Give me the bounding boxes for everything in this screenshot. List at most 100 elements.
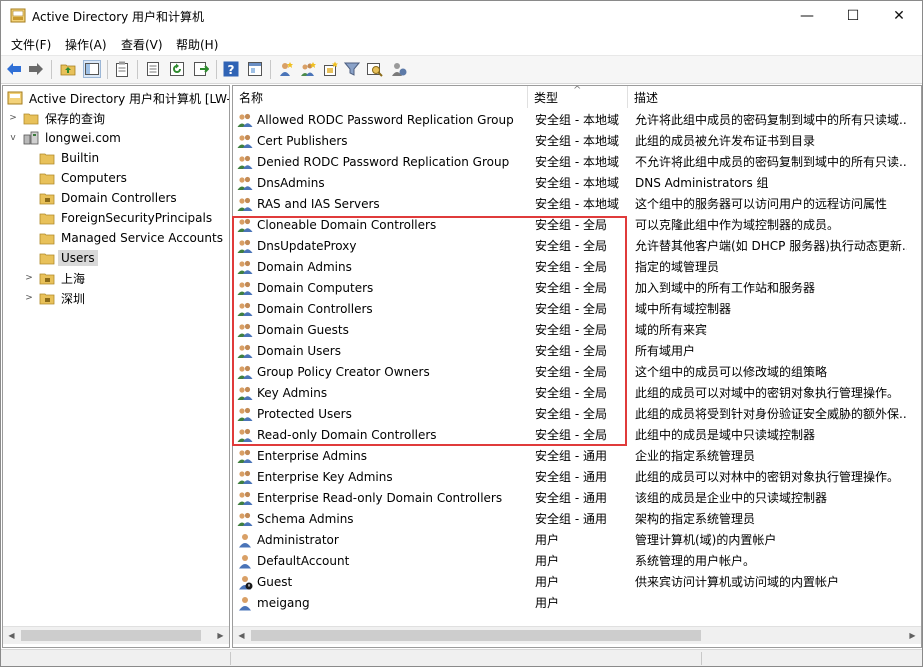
scroll-right-icon[interactable]: ▶ xyxy=(212,627,229,644)
new-group-icon[interactable] xyxy=(299,60,317,78)
tree-saved-queries[interactable]: > 保存的查询 xyxy=(7,108,105,128)
help-icon[interactable]: ? xyxy=(222,60,240,78)
up-folder-icon[interactable] xyxy=(59,60,77,78)
list-cell-description: 加入到域中的所有工作站和服务器 xyxy=(635,277,907,298)
list-row[interactable]: DnsAdmins 安全组 - 本地域 DNS Administrators 组 xyxy=(233,172,921,193)
list-cell-name: meigang xyxy=(237,592,527,613)
console-icon[interactable] xyxy=(246,60,264,78)
list-row[interactable]: Protected Users 安全组 - 全局 此组的成员将受到针对身份验证安全威… xyxy=(233,403,921,424)
list-row[interactable]: Key Admins 安全组 - 全局 此组的成员可以对域中的密钥对象执行管理操作。 xyxy=(233,382,921,403)
list-item-type: 安全组 - 全局 xyxy=(535,323,607,337)
group-icon xyxy=(237,259,253,275)
tree-root[interactable]: Active Directory 用户和计算机 [LW- xyxy=(7,88,229,108)
list-row[interactable]: Guest 用户 供来宾访问计算机或访问域的内置帐户 xyxy=(233,571,921,592)
user-icon xyxy=(237,553,253,569)
list-item-description: DNS Administrators 组 xyxy=(635,176,769,190)
list-cell-name: Denied RODC Password Replication Group xyxy=(237,151,527,172)
list-row[interactable]: Enterprise Admins 安全组 - 通用 企业的指定系统管理员 xyxy=(233,445,921,466)
list-item-name: Domain Admins xyxy=(257,259,352,274)
collapse-arrow-icon[interactable]: v xyxy=(7,132,19,144)
list-row[interactable]: Enterprise Read-only Domain Controllers 安… xyxy=(233,487,921,508)
expand-arrow-icon[interactable]: > xyxy=(23,292,35,304)
export-list-icon[interactable] xyxy=(192,60,210,78)
list-row[interactable]: Enterprise Key Admins 安全组 - 通用 此组的成员可以对林中的… xyxy=(233,466,921,487)
find-icon[interactable] xyxy=(366,60,384,78)
list-row[interactable]: DefaultAccount 用户 系统管理的用户帐户。 xyxy=(233,550,921,571)
group-icon xyxy=(237,469,253,485)
list-row[interactable]: Group Policy Creator Owners 安全组 - 全局 这个组中的… xyxy=(233,361,921,382)
tree-users[interactable]: Users xyxy=(39,248,98,268)
tree-horizontal-scrollbar[interactable]: ◀ ▶ xyxy=(3,626,229,644)
tree-domain[interactable]: v longwei.com xyxy=(7,128,121,148)
clipboard-icon[interactable] xyxy=(113,60,131,78)
list-cell-type: 安全组 - 通用 xyxy=(535,466,627,487)
scroll-right-icon[interactable]: ▶ xyxy=(904,627,921,644)
scroll-thumb[interactable] xyxy=(21,630,201,641)
list-row[interactable]: meigang 用户 xyxy=(233,592,921,613)
list-row[interactable]: Denied RODC Password Replication Group 安全… xyxy=(233,151,921,172)
list-cell-description: 域中所有域控制器 xyxy=(635,298,907,319)
list-horizontal-scrollbar[interactable]: ◀ ▶ xyxy=(233,626,921,644)
back-arrow-icon[interactable] xyxy=(5,60,23,78)
list-row[interactable]: RAS and IAS Servers 安全组 - 本地域 这个组中的服务器可以访问… xyxy=(233,193,921,214)
scroll-left-icon[interactable]: ◀ xyxy=(233,627,250,644)
expand-arrow-icon[interactable]: > xyxy=(23,272,35,284)
forward-arrow-icon[interactable] xyxy=(27,60,45,78)
list-item-type: 用户 xyxy=(535,533,560,547)
filter-icon[interactable] xyxy=(343,60,361,78)
scroll-left-icon[interactable]: ◀ xyxy=(3,627,20,644)
list-row[interactable]: Domain Guests 安全组 - 全局 域的所有来宾 xyxy=(233,319,921,340)
list-item-type: 安全组 - 全局 xyxy=(535,302,607,316)
column-header-description[interactable]: 描述 xyxy=(628,86,921,108)
menu-help[interactable]: 帮助(H) xyxy=(176,36,218,53)
list-cell-name: Group Policy Creator Owners xyxy=(237,361,527,382)
list-row[interactable]: Domain Controllers 安全组 - 全局 域中所有域控制器 xyxy=(233,298,921,319)
tree-foreign-security-principals[interactable]: ForeignSecurityPrincipals xyxy=(39,208,212,228)
show-tree-icon[interactable] xyxy=(83,60,101,78)
list-cell-description: 可以克隆此组中作为域控制器的成员。 xyxy=(635,214,907,235)
tree-managed-service-accounts[interactable]: Managed Service Accounts xyxy=(39,228,223,248)
menu-action[interactable]: 操作(A) xyxy=(65,36,107,53)
menu-view[interactable]: 查看(V) xyxy=(121,36,163,53)
tree-computers[interactable]: Computers xyxy=(39,168,127,188)
minimize-button[interactable]: — xyxy=(784,1,830,31)
column-header-name[interactable]: 名称 xyxy=(233,86,528,108)
list-item-name: Cert Publishers xyxy=(257,133,348,148)
menu-file[interactable]: 文件(F) xyxy=(11,36,51,53)
new-ou-icon[interactable] xyxy=(321,60,339,78)
group-icon xyxy=(237,196,253,212)
list-item-name: Schema Admins xyxy=(257,511,354,526)
list-row[interactable]: Administrator 用户 管理计算机(域)的内置帐户 xyxy=(233,529,921,550)
list-item-name: DefaultAccount xyxy=(257,553,350,568)
list-cell-name: Domain Guests xyxy=(237,319,527,340)
new-user-icon[interactable] xyxy=(277,60,295,78)
list-item-type: 安全组 - 全局 xyxy=(535,239,607,253)
list-pane[interactable]: 名称 类型 ^ 描述 Allowed RODC Password Replica… xyxy=(232,85,922,648)
properties-icon[interactable] xyxy=(144,60,162,78)
list-row[interactable]: Cloneable Domain Controllers 安全组 - 全局 可以克隆… xyxy=(233,214,921,235)
add-to-group-icon[interactable] xyxy=(390,60,408,78)
tree-domain-controllers[interactable]: Domain Controllers xyxy=(39,188,177,208)
list-row[interactable]: Domain Admins 安全组 - 全局 指定的域管理员 xyxy=(233,256,921,277)
list-row[interactable]: Read-only Domain Controllers 安全组 - 全局 此组中的… xyxy=(233,424,921,445)
scroll-thumb[interactable] xyxy=(251,630,701,641)
maximize-button[interactable]: ☐ xyxy=(830,1,876,31)
list-row[interactable]: Cert Publishers 安全组 - 本地域 此组的成员被允许发布证书到目录 xyxy=(233,130,921,151)
list-row[interactable]: DnsUpdateProxy 安全组 - 全局 允许替其他客户端(如 DHCP 服务… xyxy=(233,235,921,256)
list-cell-type: 用户 xyxy=(535,592,627,613)
list-item-type: 用户 xyxy=(535,554,560,568)
tree-builtin[interactable]: Builtin xyxy=(39,148,99,168)
close-button[interactable]: ✕ xyxy=(876,1,922,31)
list-item-description: 指定的域管理员 xyxy=(635,260,720,274)
list-row[interactable]: Schema Admins 安全组 - 通用 架构的指定系统管理员 xyxy=(233,508,921,529)
list-row[interactable]: Domain Users 安全组 - 全局 所有域用户 xyxy=(233,340,921,361)
tree-shenzhen[interactable]: > 深圳 xyxy=(23,288,85,308)
expand-arrow-icon[interactable]: > xyxy=(7,112,19,124)
tree-shanghai[interactable]: > 上海 xyxy=(23,268,85,288)
tree-pane[interactable]: Active Directory 用户和计算机 [LW- > 保存的查询 v l… xyxy=(2,85,230,648)
list-row[interactable]: Domain Computers 安全组 - 全局 加入到域中的所有工作站和服务器 xyxy=(233,277,921,298)
tree-builtin-label: Builtin xyxy=(61,151,100,165)
list-row[interactable]: Allowed RODC Password Replication Group 安… xyxy=(233,109,921,130)
tree-users-label: Users xyxy=(58,250,98,266)
refresh-icon[interactable] xyxy=(168,60,186,78)
